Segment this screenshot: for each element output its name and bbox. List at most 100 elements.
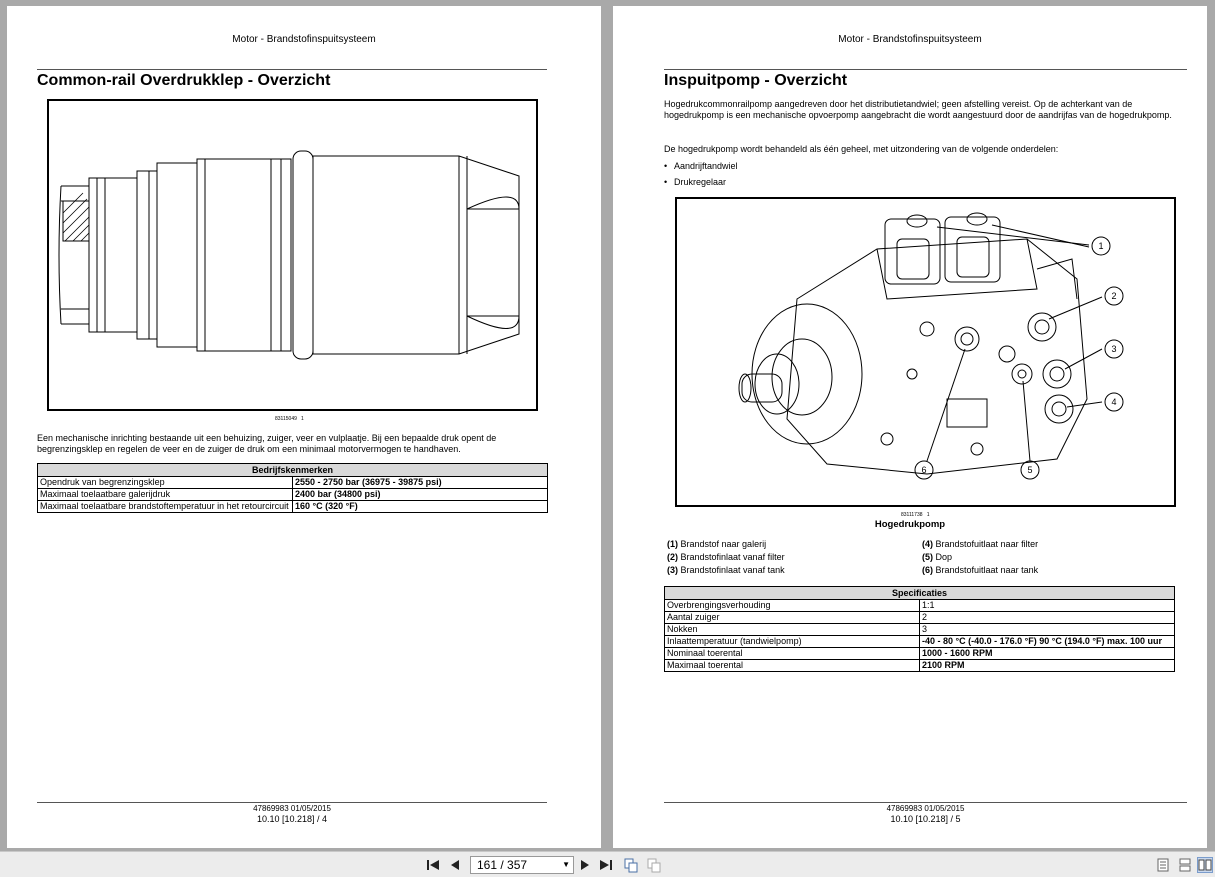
document-page-right: Motor - Brandstofinspuitsysteem Inspuitp… [613, 6, 1207, 848]
relief-valve-figure [47, 99, 538, 411]
spec-label: Nokken [664, 623, 920, 636]
intro-paragraph: Hogedrukcommonrailpomp aangedreven door … [664, 99, 1172, 120]
list-item: Aandrijftandwiel [674, 158, 738, 174]
pump-figure: 1 2 3 4 5 6 [675, 197, 1176, 507]
legend-text: Brandstofinlaat vanaf filter [680, 552, 785, 562]
callout-1: 1 [1098, 241, 1103, 251]
table-header: Bedrijfskenmerken [37, 463, 548, 477]
legend-item: (6) Brandstofuitlaat naar tank [922, 564, 1038, 577]
legend-item: (4) Brandstofuitlaat naar filter [922, 538, 1038, 551]
prev-page-icon[interactable] [447, 857, 463, 873]
figure-caption: Hogedrukpomp [874, 519, 946, 530]
legend-column-right: (4) Brandstofuitlaat naar filter (5) Dop… [922, 538, 1038, 577]
header-divider [664, 69, 1187, 70]
legend-text: Brandstofuitlaat naar filter [935, 539, 1039, 549]
table-row: Nokken 3 [664, 623, 1175, 636]
callout-2: 2 [1111, 291, 1116, 301]
legend-text: Brandstofinlaat vanaf tank [680, 565, 785, 575]
legend-num: (1) [667, 539, 678, 549]
page-title: Common-rail Overdrukklep - Overzicht [37, 72, 331, 89]
legend-item: (5) Dop [922, 551, 1038, 564]
continuous-page-icon[interactable] [1177, 857, 1193, 873]
callout-6: 6 [921, 465, 926, 475]
relief-valve-drawing [58, 150, 520, 360]
spec-label: Aantal zuiger [664, 611, 920, 624]
scope-paragraph: De hogedrukpomp wordt behandeld als één … [664, 144, 1059, 154]
spec-label: Overbrengingsverhouding [664, 599, 920, 612]
table-row: Aantal zuiger 2 [664, 611, 1175, 624]
legend-item: (2) Brandstofinlaat vanaf filter [667, 551, 785, 564]
table-row: Overbrengingsverhouding 1:1 [664, 599, 1175, 612]
spec-label: Maximaal toerental [664, 659, 920, 672]
page-indicator: 161 / 357 [477, 858, 528, 872]
spec-value: 1000 - 1600 RPM [919, 647, 1175, 660]
spec-value: 160 °C (320 °F) [292, 500, 548, 513]
figure-number: 1 [301, 416, 304, 422]
legend-num: (5) [922, 552, 933, 562]
figure-id: 83115049 1 [275, 416, 304, 422]
legend-column-left: (1) Brandstof naar galerij (2) Brandstof… [667, 538, 785, 577]
paste-icon[interactable] [646, 857, 662, 873]
figure-id-code: 83115049 [275, 416, 297, 422]
spec-value: 2550 - 2750 bar (36975 - 39875 psi) [292, 476, 548, 489]
legend-text: Brandstof naar galerij [680, 539, 767, 549]
spec-value: 2400 bar (34800 psi) [292, 488, 548, 501]
footer-doc-id: 47869983 01/05/2015 [886, 804, 965, 813]
spec-label: Opendruk van begrenzingsklep [37, 476, 293, 489]
page-header: Motor - Brandstofinspuitsysteem [838, 34, 982, 45]
copy-icon[interactable] [623, 857, 639, 873]
viewer-toolbar: 161 / 357 ▼ [0, 851, 1215, 877]
header-divider [37, 69, 547, 70]
footer-divider [664, 802, 1187, 803]
spec-label: Nominaal toerental [664, 647, 920, 660]
specifications-table: Specificaties Overbrengingsverhouding 1:… [664, 586, 1175, 672]
table-row: Opendruk van begrenzingsklep 2550 - 2750… [37, 476, 548, 489]
legend-text: Brandstofuitlaat naar tank [935, 565, 1039, 575]
last-page-icon[interactable] [598, 857, 614, 873]
footer-doc-id: 47869983 01/05/2015 [253, 804, 331, 813]
table-row: Maximaal toelaatbare galerijdruk 2400 ba… [37, 488, 548, 501]
spec-value: 2100 RPM [919, 659, 1175, 672]
footer-divider [37, 802, 547, 803]
spec-value: 2 [919, 611, 1175, 624]
table-header: Specificaties [664, 586, 1175, 600]
first-page-icon[interactable] [425, 857, 441, 873]
footer-page-number: 10.10 [10.218] / 5 [890, 814, 961, 824]
table-row: Maximaal toelaatbare brandstoftemperatuu… [37, 500, 548, 513]
two-page-icon[interactable] [1197, 857, 1213, 873]
legend-item: (1) Brandstof naar galerij [667, 538, 785, 551]
table-row: Maximaal toerental 2100 RPM [664, 659, 1175, 672]
legend-num: (2) [667, 552, 678, 562]
legend-num: (4) [922, 539, 933, 549]
legend-num: (6) [922, 565, 933, 575]
table-row: Nominaal toerental 1000 - 1600 RPM [664, 647, 1175, 660]
list-item: Drukregelaar [674, 174, 738, 190]
figure-id: 83111738 1 [901, 512, 929, 518]
table-row: Inlaattemperatuur (tandwielpomp) -40 - 8… [664, 635, 1175, 648]
document-page-left: Motor - Brandstofinspuitsysteem Common-r… [7, 6, 601, 848]
page-selector[interactable]: 161 / 357 ▼ [470, 856, 574, 874]
footer-page-number: 10.10 [10.218] / 4 [256, 814, 328, 824]
operating-characteristics-table: Bedrijfskenmerken Opendruk van begrenzin… [37, 463, 548, 513]
component-list: Aandrijftandwiel Drukregelaar [674, 158, 738, 190]
figure-number: 1 [926, 512, 930, 518]
chevron-down-icon: ▼ [562, 860, 570, 869]
description-paragraph: Een mechanische inrichting bestaande uit… [37, 433, 497, 454]
callout-4: 4 [1111, 397, 1116, 407]
single-page-icon[interactable] [1155, 857, 1171, 873]
callout-3: 3 [1111, 344, 1116, 354]
next-page-icon[interactable] [577, 857, 593, 873]
figure-id-code: 83111738 [901, 512, 923, 518]
legend-item: (3) Brandstofinlaat vanaf tank [667, 564, 785, 577]
spec-value: 1:1 [919, 599, 1175, 612]
spec-label: Maximaal toelaatbare galerijdruk [37, 488, 293, 501]
page-title: Inspuitpomp - Overzicht [664, 72, 848, 89]
pump-drawing: 1 2 3 4 5 6 [738, 212, 1124, 480]
spec-value: -40 - 80 °C (-40.0 - 176.0 °F) 90 °C (19… [919, 635, 1175, 648]
legend-num: (3) [667, 565, 678, 575]
spec-label: Inlaattemperatuur (tandwielpomp) [664, 635, 920, 648]
legend-text: Dop [935, 552, 953, 562]
page-header: Motor - Brandstofinspuitsysteem [232, 34, 376, 45]
callout-5: 5 [1027, 465, 1032, 475]
spec-value: 3 [919, 623, 1175, 636]
